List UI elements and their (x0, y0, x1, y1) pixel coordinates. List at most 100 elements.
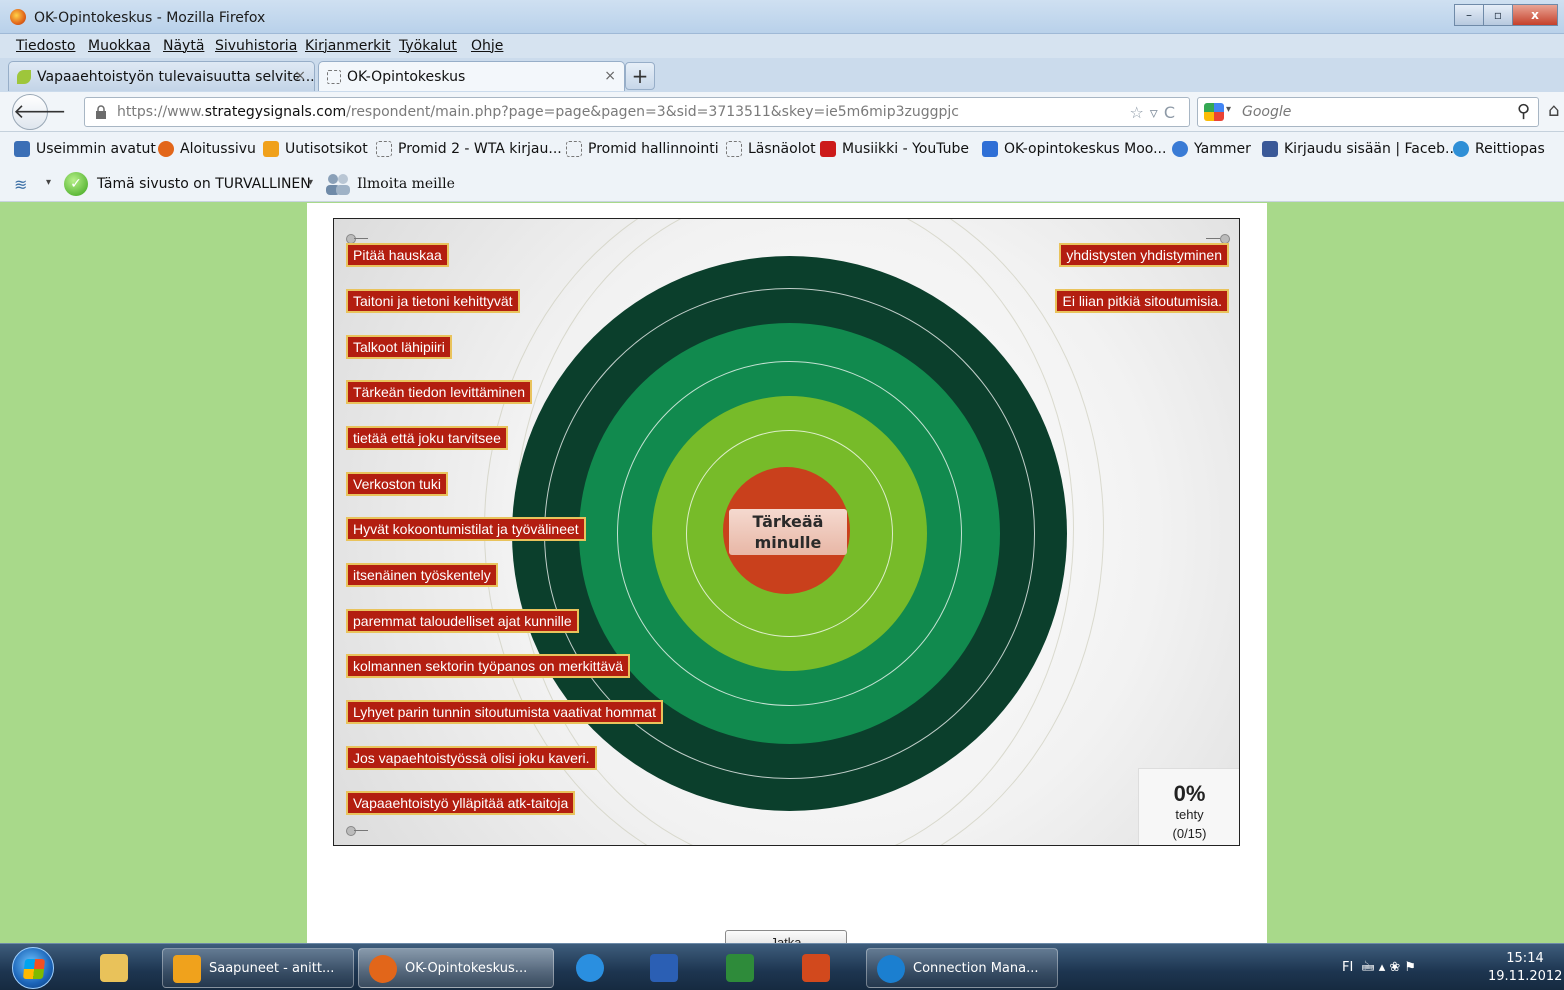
window-titlebar: OK-Opintokeskus - Mozilla Firefox – ▫ x (0, 0, 1564, 34)
taskbar-outlook[interactable]: Saapuneet - anitt... (162, 948, 354, 988)
tab-label: OK-Opintokeskus (347, 69, 466, 85)
menu-tiedosto[interactable]: Tiedosto (16, 38, 75, 54)
search-icon[interactable]: ⚲ (1517, 101, 1530, 122)
url-bar[interactable]: https://www.strategysignals.com/responde… (84, 97, 1190, 127)
page-icon (566, 141, 582, 157)
menu-nayta[interactable]: Näytä (163, 38, 204, 54)
item-tag-left-11[interactable]: Lyhyet parin tunnin sitoutumista vaativa… (346, 700, 663, 724)
word-icon (650, 954, 678, 982)
taskbar-excel[interactable] (716, 948, 774, 988)
safe-check-icon: ✓ (64, 172, 88, 196)
bookmark-reittiopas[interactable]: Reittiopas (1453, 141, 1545, 157)
start-button[interactable] (12, 947, 54, 989)
taskbar-connection-manager[interactable]: Connection Mana... (866, 948, 1058, 988)
item-tag-left-9[interactable]: paremmat taloudelliset ajat kunnille (346, 609, 579, 633)
tab-close-icon[interactable]: × (604, 68, 616, 84)
bookmark-lasnaolot[interactable]: Läsnäolot (726, 141, 816, 157)
item-tag-left-4[interactable]: Tärkeän tiedon levittäminen (346, 380, 532, 404)
rss-icon (263, 141, 279, 157)
bookmark-promid-hallinnointi[interactable]: Promid hallinnointi (566, 141, 719, 157)
url-text[interactable]: https://www.strategysignals.com/responde… (117, 104, 959, 120)
item-tag-right-1[interactable]: yhdistysten yhdistyminen (1059, 243, 1229, 267)
item-tag-left-10[interactable]: kolmannen sektorin työpanos on merkittäv… (346, 654, 631, 678)
maximize-button[interactable]: ▫ (1483, 4, 1513, 26)
outlook-icon (173, 955, 201, 983)
progress-percent: 0% (1173, 781, 1206, 806)
bookmarks-toolbar: Useimmin avatut Aloitussivu Uutisotsikot… (0, 132, 1564, 166)
tab-vapaaehtoistyo[interactable]: Vapaaehtoistyön tulevaisuutta selvite...… (8, 61, 315, 91)
people-icon (326, 174, 350, 195)
item-tag-left-8[interactable]: itsenäinen työskentely (346, 563, 498, 587)
language-indicator: FI (1342, 960, 1354, 975)
report-link[interactable]: Ilmoita meille (357, 176, 455, 192)
bookmark-star-icon[interactable]: ☆▿C (1129, 103, 1181, 122)
powerpoint-icon (802, 954, 830, 982)
windows-logo-icon (22, 959, 46, 979)
item-tag-left-2[interactable]: Taitoni ja tietoni kehittyvät (346, 289, 520, 313)
system-tray[interactable]: FI 🖮 ▴ ❀ ⚑ (1342, 958, 1416, 980)
target-board[interactable]: Tärkeää minulle Pitää hauskaa Taitoni ja… (333, 218, 1240, 846)
bookmark-facebook[interactable]: Kirjaudu sisään | Faceb... (1262, 141, 1458, 157)
tab-label: Vapaaehtoistyön tulevaisuutta selvite... (37, 69, 315, 85)
pin-icon (1206, 233, 1230, 244)
google-icon[interactable] (1204, 103, 1224, 121)
taskbar-ie[interactable] (566, 948, 624, 988)
bookmark-musiikki-youtube[interactable]: Musiikki - YouTube (820, 141, 969, 157)
item-tag-left-5[interactable]: tietää että joku tarvitsee (346, 426, 508, 450)
page-icon (376, 141, 392, 157)
ie-icon (576, 954, 604, 982)
tab-ok-opintokeskus[interactable]: OK-Opintokeskus × (318, 61, 625, 91)
bookmark-ok-opintokeskus-moodle[interactable]: OK-opintokeskus Moo... (982, 141, 1166, 157)
back-button[interactable]: 🡐 (12, 94, 67, 130)
navigation-bar: 🡐 https://www.strategysignals.com/respon… (0, 92, 1564, 132)
site-safety-status[interactable]: Tämä sivusto on TURVALLINEN (97, 176, 311, 192)
menu-ohje[interactable]: Ohje (471, 38, 503, 54)
pin-icon (346, 825, 368, 836)
bookmark-aloitussivu[interactable]: Aloitussivu (158, 141, 256, 157)
item-tag-left-12[interactable]: Jos vapaehtoistyössä olisi joku kaveri. (346, 746, 597, 770)
home-icon[interactable]: ⌂ (1548, 100, 1559, 121)
menu-tyokalut[interactable]: Työkalut (399, 38, 457, 54)
progress-indicator: 0% tehty (0/15) (1138, 768, 1239, 845)
youtube-icon (820, 141, 836, 157)
new-tab-button[interactable]: + (625, 62, 655, 90)
yammer-icon (1172, 141, 1188, 157)
dropdown-icon[interactable]: ▾ (46, 177, 51, 188)
bookmark-yammer[interactable]: Yammer (1172, 141, 1251, 157)
search-engine-dropdown-icon[interactable]: ▾ (1226, 104, 1231, 115)
wifi-icon[interactable]: ≋ (14, 175, 38, 194)
bookmark-uutisotsikot[interactable]: Uutisotsikot (263, 141, 368, 157)
dropdown-icon[interactable]: ▾ (308, 177, 313, 188)
bookmark-useimmin-avatut[interactable]: Useimmin avatut (14, 141, 156, 157)
search-placeholder[interactable]: Google (1242, 104, 1291, 120)
taskbar-firefox[interactable]: OK-Opintokeskus... (358, 948, 554, 988)
close-window-button[interactable]: x (1512, 4, 1558, 26)
window-title: OK-Opintokeskus - Mozilla Firefox (34, 10, 266, 26)
leaf-icon (17, 70, 31, 84)
item-tag-left-6[interactable]: Verkoston tuki (346, 472, 448, 496)
tab-close-icon[interactable]: × (294, 68, 306, 84)
menu-kirjanmerkit[interactable]: Kirjanmerkit (305, 38, 391, 54)
firefox-icon (158, 141, 174, 157)
progress-count: (0/15) (1172, 826, 1207, 841)
clock[interactable]: 15:14 19.11.2012 (1488, 950, 1562, 986)
taskbar-explorer[interactable] (90, 948, 148, 988)
item-tag-right-2[interactable]: Ei liian pitkiä sitoutumisia. (1055, 289, 1229, 313)
item-tag-left-1[interactable]: Pitää hauskaa (346, 243, 449, 267)
moodle-icon (982, 141, 998, 157)
taskbar-powerpoint[interactable] (792, 948, 850, 988)
firefox-icon (369, 955, 397, 983)
search-bar[interactable]: ▾ Google ⚲ (1197, 97, 1539, 127)
item-tag-left-13[interactable]: Vapaaehtoistyö ylläpitää atk-taitoja (346, 791, 576, 815)
addon-toolbar: ≋ ▾ ✓ Tämä sivusto on TURVALLINEN ▾ Ilmo… (0, 166, 1564, 202)
menu-muokkaa[interactable]: Muokkaa (88, 38, 151, 54)
menu-bar: Tiedosto Muokkaa Näytä Sivuhistoria Kirj… (0, 34, 1564, 58)
item-tag-left-3[interactable]: Talkoot lähipiiri (346, 335, 452, 359)
bookmark-icon (14, 141, 30, 157)
minimize-button[interactable]: – (1454, 4, 1484, 26)
item-tag-left-7[interactable]: Hyvät kokoontumistilat ja työvälineet (346, 517, 586, 541)
firefox-icon (10, 9, 26, 25)
taskbar-word[interactable] (640, 948, 698, 988)
menu-sivuhistoria[interactable]: Sivuhistoria (215, 38, 297, 54)
bookmark-promid-2[interactable]: Promid 2 - WTA kirjau... (376, 141, 562, 157)
